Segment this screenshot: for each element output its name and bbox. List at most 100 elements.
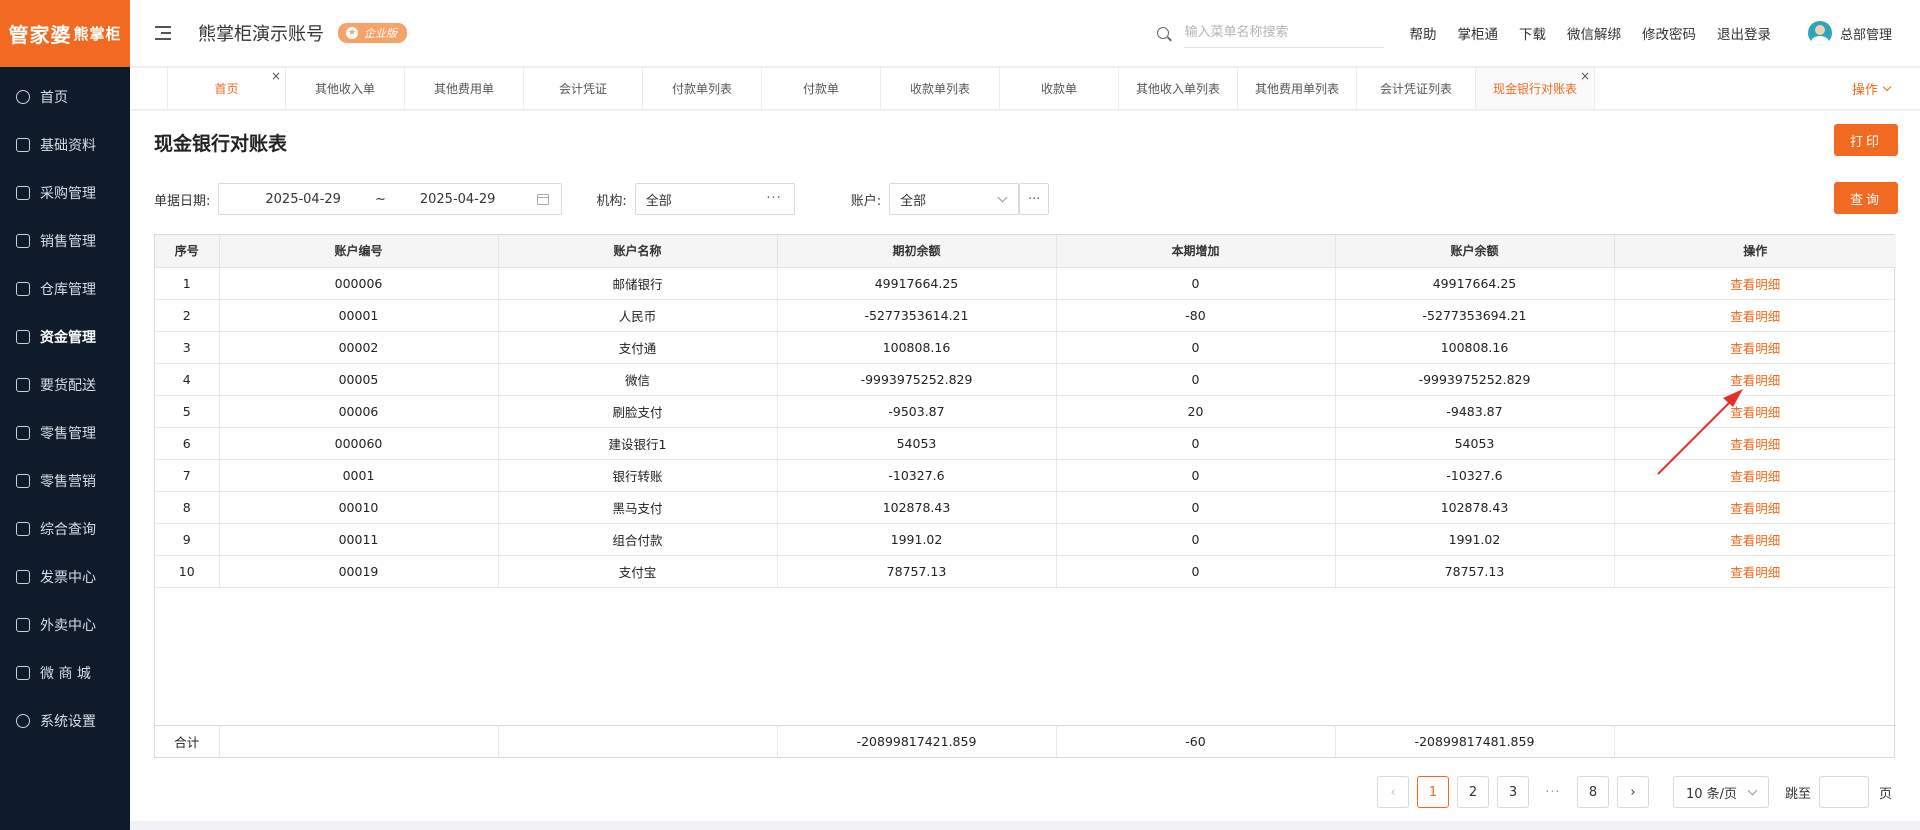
sidebar-item[interactable]: 发票中心 — [0, 553, 130, 601]
date-from: 2025-04-29 — [265, 191, 341, 207]
sidebar-item[interactable]: 综合查询 — [0, 505, 130, 553]
account-more-button[interactable]: ··· — [1019, 183, 1050, 215]
table-cell: 49917664.25 — [777, 267, 1057, 300]
table-cell: 支付通 — [498, 331, 778, 364]
sidebar-item[interactable]: 系统设置 — [0, 697, 130, 745]
page-size-select[interactable]: 10 条/页 — [1672, 776, 1769, 808]
user-name: 总部管理 — [1839, 27, 1892, 43]
search-icon — [1157, 27, 1170, 39]
page-size-value: 10 条/页 — [1685, 786, 1738, 802]
tab[interactable]: 首页 × — [167, 68, 286, 109]
column-header: 账户编号 — [219, 235, 499, 268]
tab[interactable]: 其他费用单列表 — [1238, 68, 1357, 109]
sidebar-item-label: 销售管理 — [40, 234, 96, 250]
tab[interactable]: 付款单 — [762, 68, 881, 109]
top-link[interactable]: 退出登录 — [1717, 23, 1771, 43]
action-cell: 查看明细 — [1614, 523, 1896, 556]
sidebar-item-label: 采购管理 — [40, 186, 96, 202]
sidebar-item-label: 系统设置 — [40, 714, 96, 730]
table-cell: 1991.02 — [1335, 523, 1615, 556]
table-cell: -5277353614.21 — [777, 299, 1057, 332]
total-cell-empty — [1614, 725, 1896, 757]
total-cell-empty — [498, 725, 778, 757]
table-cell: -5277353694.21 — [1335, 299, 1615, 332]
table-cell: 建设银行1 — [498, 427, 778, 460]
table-cell: 0 — [1056, 363, 1336, 396]
tab[interactable]: 会计凭证 — [524, 68, 643, 109]
account-title: 熊掌柜演示账号 — [198, 24, 324, 45]
sidebar-item[interactable]: 资金管理 — [0, 313, 130, 361]
user-menu[interactable]: 总部管理 — [1807, 21, 1892, 45]
top-link[interactable]: 下载 — [1519, 23, 1546, 43]
sidebar-item[interactable]: 零售营销 — [0, 457, 130, 505]
tabs-operation-dropdown[interactable]: 操作 — [1852, 68, 1892, 109]
sidebar-item[interactable]: 首页 — [0, 73, 130, 121]
ledger-table-grid: 序号 账户编号 账户名称 期初余额 本期增加 账户余额 操作 1 000006 邮储银行 4991… — [155, 235, 1896, 588]
sidebar-item[interactable]: 外卖中心 — [0, 601, 130, 649]
keyboard-icon — [16, 234, 30, 248]
chevron-down-icon — [1882, 82, 1892, 91]
edition-badge-label: 企业版 — [364, 27, 397, 40]
top-link[interactable]: 修改密码 — [1642, 23, 1696, 43]
org-selector[interactable]: 全部 ··· — [634, 183, 795, 215]
sidebar-item[interactable]: 采购管理 — [0, 169, 130, 217]
tab-label: 收款单列表 — [909, 82, 970, 96]
page-button[interactable]: 8 — [1576, 776, 1609, 808]
collapse-menu-icon[interactable] — [155, 26, 171, 40]
calendar-icon — [537, 194, 550, 205]
tab[interactable]: 会计凭证列表 — [1357, 68, 1476, 109]
top-links: 帮助 掌柜通 下载 微信解绑 修改密码 退出登录 — [1409, 23, 1792, 43]
top-bar: 熊掌柜演示账号 ★ 企业版 帮助 掌柜通 下载 微信解绑 修改密码 退出登录 总部管理 — [130, 0, 1920, 67]
pagination-ellipsis: ··· — [1545, 784, 1561, 800]
table-cell: 组合付款 — [498, 523, 778, 556]
view-detail-link[interactable]: 查看明细 — [1730, 565, 1780, 580]
sidebar-item[interactable]: 销售管理 — [0, 217, 130, 265]
tab[interactable]: 收款单 — [1000, 68, 1119, 109]
total-cell-empty — [219, 725, 499, 757]
table-cell: 刷脸支付 — [498, 395, 778, 428]
tab[interactable]: 其他收入单 — [286, 68, 405, 109]
query-button[interactable]: 查询 — [1834, 182, 1898, 214]
close-icon[interactable]: × — [1580, 70, 1590, 82]
print-button[interactable]: 打印 — [1834, 124, 1898, 156]
sidebar-item[interactable]: 基础资料 — [0, 121, 130, 169]
date-range-picker[interactable]: 2025-04-29 ~ 2025-04-29 — [218, 183, 563, 215]
menu-search-input[interactable] — [1184, 18, 1385, 48]
sidebar: 管家婆 熊掌柜 首页 基础资料 采购管理 销售管理 仓库管理 资金管理 要货配送 零售管理 零售… — [0, 0, 130, 830]
page-button[interactable]: 1 — [1416, 776, 1449, 808]
table-cell: -9503.87 — [777, 395, 1057, 428]
view-detail-link[interactable]: 查看明细 — [1730, 501, 1780, 516]
close-icon[interactable]: × — [271, 70, 281, 82]
tab[interactable]: 付款单列表 — [643, 68, 762, 109]
jump-page-input[interactable] — [1818, 776, 1869, 808]
page-button[interactable]: 3 — [1496, 776, 1529, 808]
sidebar-item[interactable]: 要货配送 — [0, 361, 130, 409]
tab[interactable]: 其他费用单 — [405, 68, 524, 109]
table-cell: 0 — [1056, 427, 1336, 460]
table-cell: 49917664.25 — [1335, 267, 1615, 300]
next-page-button[interactable]: › — [1616, 776, 1649, 808]
table-cell: 8 — [155, 491, 220, 524]
top-link[interactable]: 微信解绑 — [1567, 23, 1621, 43]
table-row: 8 00010 黑马支付 102878.43 0 102878.43 查看明细 — [155, 491, 1896, 524]
annotation-arrow — [1657, 389, 1743, 475]
sidebar-item[interactable]: 仓库管理 — [0, 265, 130, 313]
table-cell: 0001 — [219, 459, 499, 492]
prev-page-button[interactable]: ‹ — [1376, 776, 1409, 808]
table-row: 6 000060 建设银行1 54053 0 54053 查看明细 — [155, 427, 1896, 460]
tab-label: 付款单列表 — [671, 82, 732, 96]
tab[interactable]: 现金银行对账表 × — [1476, 68, 1595, 109]
sidebar-item[interactable]: 微 商 城 — [0, 649, 130, 697]
top-link[interactable]: 帮助 — [1409, 23, 1436, 43]
page-button[interactable]: 2 — [1456, 776, 1489, 808]
table-total-row: 合计 -20899817421.859 -60 -20899817481.859 — [155, 724, 1896, 757]
account-select[interactable]: 全部 — [889, 183, 1020, 215]
view-detail-link[interactable]: 查看明细 — [1730, 533, 1780, 548]
table-cell: 100808.16 — [1335, 331, 1615, 364]
tab-label: 现金银行对账表 — [1492, 82, 1577, 96]
sidebar-item[interactable]: 零售管理 — [0, 409, 130, 457]
top-link[interactable]: 掌柜通 — [1457, 23, 1498, 43]
org-label: 机构: — [596, 193, 627, 209]
tab[interactable]: 收款单列表 — [881, 68, 1000, 109]
tab[interactable]: 其他收入单列表 — [1119, 68, 1238, 109]
